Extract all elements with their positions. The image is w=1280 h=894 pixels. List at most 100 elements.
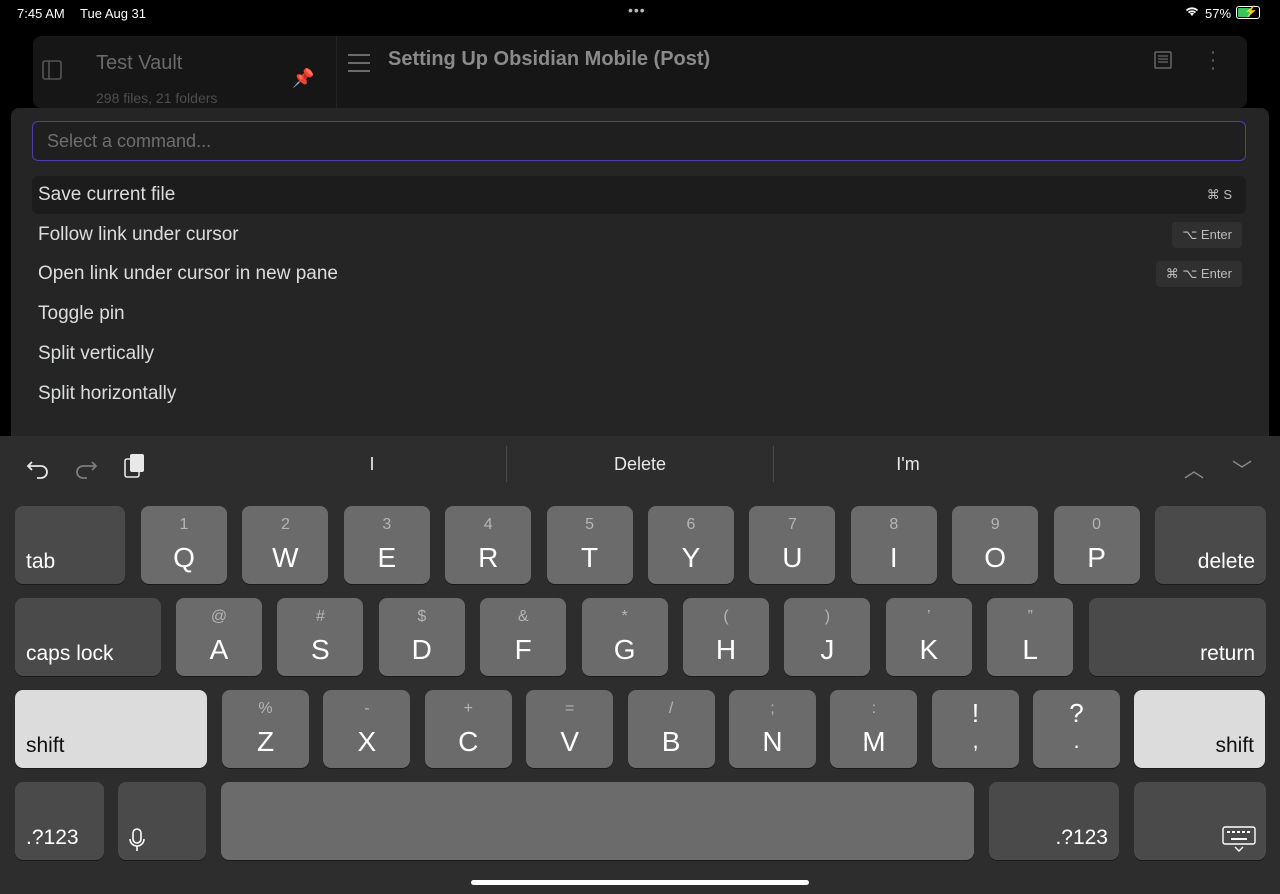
key-primary: Z — [256, 726, 275, 757]
key-primary: F — [514, 634, 532, 665]
key-secondary: = — [565, 700, 575, 717]
key-a[interactable]: @ A — [176, 598, 262, 676]
key-z[interactable]: % Z — [222, 690, 309, 768]
key-primary: O — [984, 542, 1007, 573]
key-secondary: 7 — [787, 516, 797, 533]
command-item[interactable]: Open link under cursor in new pane ⌘ ⌥ En… — [32, 255, 1246, 293]
key-q[interactable]: 1Q — [141, 506, 227, 584]
key-secondary: # — [315, 608, 325, 625]
status-time: 7:45 AM — [17, 6, 65, 21]
return-key[interactable]: return — [1089, 598, 1266, 676]
key-secondary: % — [258, 700, 273, 717]
key-secondary: 1 — [179, 516, 189, 533]
key-f[interactable]: & F — [480, 598, 567, 676]
redo-icon[interactable] — [74, 450, 98, 480]
key-secondary: ’ — [927, 608, 931, 625]
paste-icon[interactable] — [122, 450, 146, 480]
key-b[interactable]: / B — [627, 690, 715, 768]
key-t[interactable]: 5T — [546, 506, 633, 584]
key-i[interactable]: 8I — [850, 506, 937, 584]
command-label: Save current file — [38, 184, 176, 205]
key-p[interactable]: 0P — [1053, 506, 1140, 584]
tab-key[interactable]: tab — [15, 506, 125, 584]
key-d[interactable]: $ D — [378, 598, 465, 676]
key-c[interactable]: + C — [424, 690, 512, 768]
key-exclaim-comma[interactable]: !, — [932, 690, 1019, 768]
key-primary: W — [272, 542, 299, 573]
suggestion-3[interactable]: I'm — [775, 454, 1041, 475]
key-x[interactable]: -X — [323, 690, 411, 768]
command-item[interactable]: Toggle pin — [32, 295, 1246, 333]
return-key-label: return — [1200, 642, 1255, 665]
delete-key[interactable]: delete — [1155, 506, 1266, 584]
key-secondary: ( — [723, 608, 729, 625]
key-o[interactable]: 9O — [952, 506, 1039, 584]
shift-left-key[interactable]: shift — [15, 690, 207, 768]
key-s[interactable]: # S — [277, 598, 364, 676]
command-item[interactable]: Follow link under cursor ⌥ Enter — [32, 216, 1246, 254]
command-search-input[interactable] — [32, 121, 1246, 161]
key-secondary: / — [668, 700, 674, 717]
key-question-period[interactable]: ?. — [1033, 690, 1120, 768]
key-secondary: * — [621, 608, 628, 625]
more-options-icon[interactable]: · · · — [1206, 42, 1220, 78]
suggestion-2[interactable]: Delete — [507, 454, 773, 475]
key-w[interactable]: 2W — [242, 506, 329, 584]
key-h[interactable]: (H — [683, 598, 769, 676]
chevron-down-icon[interactable]: ﹀ — [1232, 454, 1252, 483]
key-k[interactable]: ’ K — [885, 598, 972, 676]
key-secondary: 2 — [280, 516, 290, 533]
command-item[interactable]: Split horizontally — [32, 375, 1246, 413]
numbers-label: .?123 — [1055, 826, 1108, 849]
command-item[interactable]: Split vertically — [32, 335, 1246, 373]
key-g[interactable]: * G — [581, 598, 668, 676]
key-top: ! — [971, 698, 980, 728]
key-secondary: ; — [770, 700, 775, 717]
shift-label: shift — [26, 734, 65, 757]
pin-icon[interactable]: 📌 — [292, 68, 314, 89]
menu-icon[interactable] — [348, 54, 370, 78]
key-primary: N — [762, 726, 783, 757]
key-primary: D — [411, 634, 432, 665]
key-primary: Y — [681, 542, 701, 573]
key-primary: Q — [173, 542, 195, 573]
dictation-key[interactable] — [118, 782, 206, 860]
sidebar-toggle-icon[interactable] — [40, 58, 64, 82]
key-v[interactable]: = V — [526, 690, 614, 768]
key-secondary: 9 — [990, 516, 1000, 533]
home-indicator[interactable] — [471, 880, 809, 885]
pane-divider — [336, 36, 337, 108]
key-m[interactable]: :M — [830, 690, 918, 768]
key-u[interactable]: 7U — [749, 506, 836, 584]
caps-lock-key[interactable]: caps lock — [15, 598, 161, 676]
key-primary: R — [478, 542, 499, 573]
key-secondary: 3 — [382, 516, 392, 533]
command-palette: Save current file ⌘ S Follow link under cu… — [11, 108, 1269, 448]
undo-icon[interactable] — [26, 450, 50, 480]
chevron-up-icon[interactable]: ︿ — [1184, 454, 1204, 483]
suggestion-1[interactable]: I — [239, 454, 505, 475]
multitasking-dots-icon[interactable]: ••• — [628, 2, 646, 18]
key-n[interactable]: ; N — [729, 690, 816, 768]
key-r[interactable]: 4R — [445, 506, 532, 584]
reading-view-icon[interactable] — [1153, 50, 1173, 70]
numbers-left-key[interactable]: .?123 — [15, 782, 104, 860]
key-j[interactable]: ) J — [784, 598, 871, 676]
command-hotkey: ⌘ ⌥ Enter — [1155, 261, 1242, 288]
key-primary: K — [919, 634, 939, 665]
key-secondary: : — [871, 700, 877, 717]
command-item[interactable]: Save current file ⌘ S — [32, 176, 1246, 214]
key-secondary: 5 — [585, 516, 595, 533]
keyboard-dismiss-icon — [1222, 826, 1256, 852]
key-primary: V — [560, 726, 580, 757]
vault-stats: 298 files, 21 folders — [96, 90, 218, 106]
key-l[interactable]: ” L — [987, 598, 1074, 676]
key-primary: L — [1022, 634, 1038, 665]
key-e[interactable]: 3E — [343, 506, 430, 584]
shift-right-key[interactable]: shift — [1134, 690, 1265, 768]
key-y[interactable]: 6Y — [648, 506, 734, 584]
dismiss-keyboard-key[interactable] — [1134, 782, 1266, 860]
numbers-right-key[interactable]: .?123 — [989, 782, 1119, 860]
space-key[interactable] — [221, 782, 974, 860]
key-secondary: + — [463, 700, 473, 717]
